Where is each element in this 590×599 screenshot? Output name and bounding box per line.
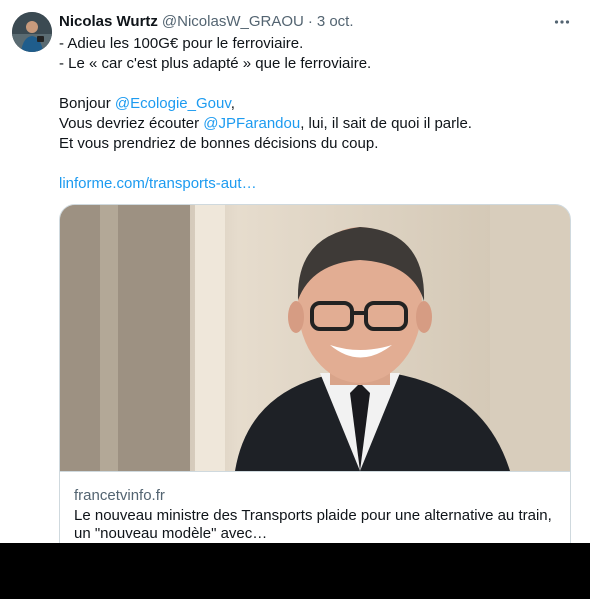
tweet-line: - Adieu les 100G€ pour le ferroviaire. — [59, 35, 304, 52]
link-preview-card[interactable]: francetvinfo.fr Le nouveau ministre des … — [59, 204, 571, 543]
greeting-text: Bonjour — [59, 95, 115, 112]
author-name[interactable]: Nicolas Wurtz — [59, 12, 158, 32]
separator-dot: · — [307, 13, 313, 30]
card-domain: francetvinfo.fr — [74, 487, 165, 504]
tweet-line: Bonjour @Ecologie_Gouv, — [59, 94, 574, 114]
tweet[interactable]: Nicolas Wurtz @NicolasW_GRAOU · 3 oct. -… — [0, 0, 590, 543]
line-text: Vous devriez écouter — [59, 115, 204, 132]
more-horizontal-icon — [554, 20, 570, 24]
more-options-button[interactable] — [549, 10, 575, 34]
article-link[interactable]: linforme.com/transports-aut… — [59, 175, 257, 192]
card-meta[interactable]: francetvinfo.fr Le nouveau ministre des … — [60, 471, 570, 543]
mention-jpfarandou[interactable]: @JPFarandou — [203, 115, 300, 132]
card-image[interactable] — [60, 205, 570, 471]
tweet-line: Vous devriez écouter @JPFarandou, lui, i… — [59, 114, 574, 134]
line-text: , lui, il sait de quoi il parle. — [300, 115, 472, 132]
card-title: Le nouveau ministre des Transports plaid… — [74, 507, 552, 542]
tweet-line: Et vous prendriez de bonnes décisions du… — [59, 135, 379, 152]
greeting-punct: , — [230, 95, 235, 112]
tweet-line: - Le « car c'est plus adapté » que le fe… — [59, 55, 372, 72]
mention-ecologie-gouv[interactable]: @Ecologie_Gouv — [115, 95, 231, 112]
tweet-text: - Adieu les 100G€ pour le ferroviaire. -… — [59, 34, 574, 194]
author-avatar[interactable] — [12, 12, 52, 52]
tweet-header: Nicolas Wurtz @NicolasW_GRAOU · 3 oct. — [59, 12, 354, 32]
tweet-line: linforme.com/transports-aut… — [59, 174, 574, 194]
author-handle[interactable]: @NicolasW_GRAOU — [162, 12, 304, 32]
tweet-date[interactable]: 3 oct. — [317, 12, 354, 32]
